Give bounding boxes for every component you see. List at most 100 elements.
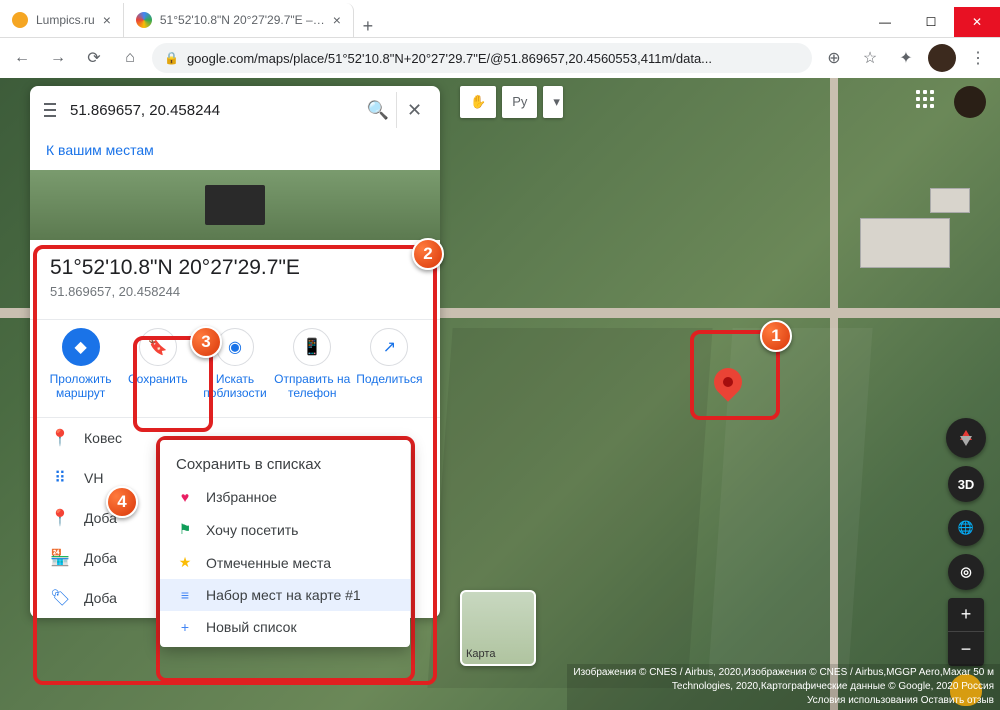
add-place-icon: 📍: [50, 508, 70, 528]
annotation-badge: 1: [760, 320, 792, 352]
action-row: ◆ Проложить маршрут 🔖 Сохранить ◉ Искать…: [30, 319, 440, 417]
zoom-in-button[interactable]: +: [948, 598, 984, 632]
annotation-badge: 4: [106, 486, 138, 518]
coordinates-block: 51°52'10.8"N 20°27'29.7"E 51.869657, 20.…: [30, 240, 440, 319]
search-input[interactable]: [62, 102, 360, 119]
close-icon[interactable]: ×: [103, 12, 111, 28]
streetview-preview[interactable]: [30, 170, 440, 240]
map-edit-toolbar: ✋ Py ▾: [460, 86, 563, 118]
share-icon: ↗: [370, 328, 408, 366]
save-list-favorites[interactable]: ♥ Избранное: [160, 481, 410, 513]
tab-title: 51°52'10.8"N 20°27'29.7"E – Goo: [160, 13, 325, 27]
directions-icon: ◆: [62, 328, 100, 366]
search-row: 🔍 ✕: [30, 86, 440, 134]
close-icon[interactable]: ×: [333, 12, 341, 28]
action-label: Искать поблизости: [196, 372, 273, 401]
bookmark-icon[interactable]: ☆: [856, 44, 884, 72]
list-label: Избранное: [206, 489, 277, 505]
zoom-control: + −: [948, 598, 984, 666]
plus-code-icon: ⠿: [50, 468, 70, 488]
clear-icon[interactable]: ✕: [396, 92, 432, 128]
save-list-want-to-go[interactable]: ⚑ Хочу посетить: [160, 513, 410, 546]
account-avatar[interactable]: [954, 86, 986, 118]
browser-toolbar: ← → ⟳ ⌂ 🔒 google.com/maps/place/51°52'10…: [0, 38, 1000, 78]
browser-titlebar: Lumpics.ru × 51°52'10.8"N 20°27'29.7"E –…: [0, 0, 1000, 38]
save-list-new[interactable]: +Новый список: [160, 611, 410, 643]
tab-favicon-icon: [136, 12, 152, 28]
popup-title: Сохранить в списках: [160, 452, 410, 481]
action-label: Поделиться: [356, 372, 422, 386]
directions-button[interactable]: ◆ Проложить маршрут: [42, 328, 119, 401]
save-list-starred[interactable]: ★ Отмеченные места: [160, 546, 410, 579]
action-label: Сохранить: [128, 372, 188, 386]
list-label: Отмеченные места: [206, 555, 331, 571]
action-label: Проложить маршрут: [42, 372, 119, 401]
browser-tab[interactable]: Lumpics.ru ×: [0, 3, 124, 37]
layer-toggle[interactable]: Карта: [460, 590, 536, 666]
heart-icon: ♥: [176, 489, 194, 505]
profile-avatar[interactable]: [928, 44, 956, 72]
maximize-button[interactable]: ☐: [908, 7, 954, 37]
list-label: Хочу посетить: [206, 522, 298, 538]
star-icon: ★: [176, 554, 194, 571]
pin-icon: 📍: [50, 428, 70, 448]
locate-me-button[interactable]: ◎: [948, 554, 984, 590]
action-label: Отправить на телефон: [274, 372, 351, 401]
home-button[interactable]: ⌂: [116, 44, 144, 72]
map-right-controls: 3D 🌐 ◎ + −: [946, 418, 986, 706]
save-button[interactable]: 🔖 Сохранить: [119, 328, 196, 401]
address-bar[interactable]: 🔒 google.com/maps/place/51°52'10.8"N+20°…: [152, 43, 812, 73]
flag-icon: ⚑: [176, 521, 194, 538]
compass-icon[interactable]: [946, 418, 986, 458]
zoom-out-button[interactable]: −: [948, 632, 984, 666]
new-tab-button[interactable]: +: [354, 16, 382, 37]
url-text: google.com/maps/place/51°52'10.8"N+20°27…: [187, 51, 800, 66]
google-apps-icon[interactable]: [916, 90, 940, 114]
save-list-custom[interactable]: ≡ Набор мест на карте #1: [160, 579, 410, 611]
map-attribution: Изображения © CNES / Airbus, 2020,Изобра…: [567, 664, 1000, 710]
your-places-link[interactable]: К вашим местам: [30, 134, 440, 170]
list-icon: ≡: [176, 587, 194, 603]
list-label: Набор мест на карте #1: [206, 587, 361, 603]
attrib-line: Technologies, 2020,Картографические данн…: [573, 680, 994, 694]
forward-button[interactable]: →: [44, 44, 72, 72]
globe-button[interactable]: 🌐: [948, 510, 984, 546]
search-icon[interactable]: 🔍: [360, 92, 396, 128]
share-button[interactable]: ↗ Поделиться: [351, 328, 428, 401]
ruler-tool-button[interactable]: Py: [502, 86, 537, 118]
bookmark-icon: 🔖: [139, 328, 177, 366]
tool-dropdown[interactable]: ▾: [543, 86, 563, 118]
window-controls: — ☐ ✕: [862, 7, 1000, 37]
nearby-icon: ◉: [216, 328, 254, 366]
coordinates-decimal: 51.869657, 20.458244: [50, 284, 420, 299]
label-icon: 🏷: [50, 588, 70, 608]
building: [930, 188, 970, 213]
coordinates-title: 51°52'10.8"N 20°27'29.7"E: [50, 256, 420, 280]
back-button[interactable]: ←: [8, 44, 36, 72]
menu-icon[interactable]: ⋮: [964, 44, 992, 72]
phone-icon: 📱: [293, 328, 331, 366]
list-item-label: VH: [84, 470, 103, 486]
extensions-icon[interactable]: ✦: [892, 44, 920, 72]
hand-tool-button[interactable]: ✋: [460, 86, 496, 118]
reload-button[interactable]: ⟳: [80, 44, 108, 72]
plus-icon: +: [176, 619, 194, 635]
close-window-button[interactable]: ✕: [954, 7, 1000, 37]
building: [860, 218, 950, 268]
hamburger-menu-icon[interactable]: [38, 103, 62, 117]
zoom-indicator-icon[interactable]: ⊕: [820, 44, 848, 72]
annotation-badge: 2: [412, 238, 444, 270]
browser-tab-active[interactable]: 51°52'10.8"N 20°27'29.7"E – Goo ×: [124, 3, 354, 37]
send-to-phone-button[interactable]: 📱 Отправить на телефон: [274, 328, 351, 401]
list-item-label: Доба: [84, 590, 117, 606]
attrib-line[interactable]: Условия использования Оставить отзыв: [573, 694, 994, 708]
minimize-button[interactable]: —: [862, 7, 908, 37]
3d-toggle-button[interactable]: 3D: [948, 466, 984, 502]
tab-title: Lumpics.ru: [36, 13, 95, 27]
list-item-label: Ковес: [84, 430, 122, 446]
lock-icon: 🔒: [164, 51, 179, 65]
list-item-label: Доба: [84, 550, 117, 566]
annotation-badge: 3: [190, 326, 222, 358]
attrib-line: Изображения © CNES / Airbus, 2020,Изобра…: [573, 666, 994, 680]
store-icon: 🏪: [50, 548, 70, 568]
